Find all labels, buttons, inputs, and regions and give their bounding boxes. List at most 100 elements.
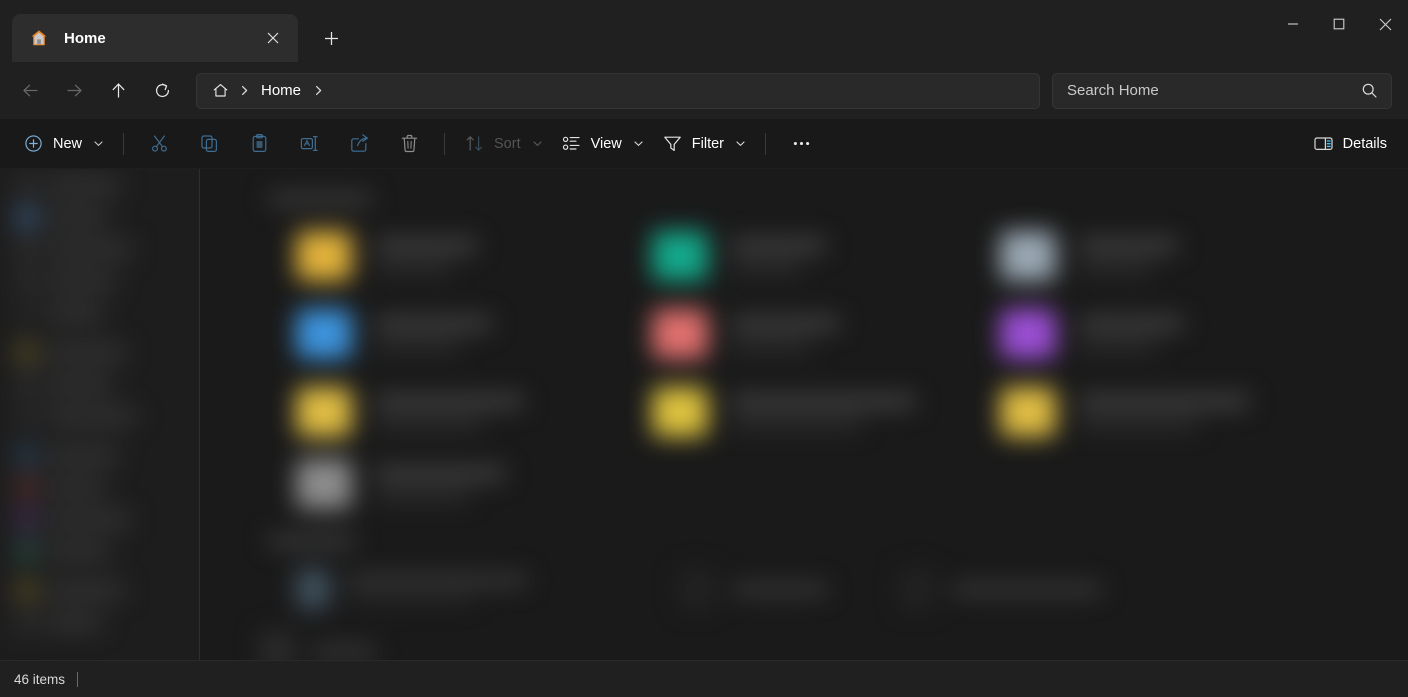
sidebar-item[interactable] [18, 408, 136, 425]
content-pane[interactable] [200, 169, 1408, 660]
navigation-pane-blurred-content [0, 169, 199, 660]
back-button[interactable] [10, 73, 50, 109]
sidebar-item[interactable] [18, 582, 124, 599]
breadcrumb-segment-home[interactable]: Home [255, 80, 307, 101]
sidebar-item[interactable] [18, 447, 118, 464]
file-grid-item[interactable] [652, 231, 826, 281]
file-name [730, 395, 916, 408]
recent-item-icon [900, 569, 934, 609]
recent-item-name [952, 583, 1102, 595]
file-grid-item[interactable] [1000, 309, 1184, 359]
status-bar: 46 items [0, 660, 1408, 697]
tab-label: Home [64, 29, 106, 47]
rename-button[interactable] [288, 127, 330, 161]
file-name [1078, 239, 1178, 252]
tab-strip: Home [0, 0, 1408, 62]
recent-item[interactable] [900, 569, 1102, 609]
sidebar-item-label [46, 483, 106, 492]
up-button[interactable] [98, 73, 138, 109]
file-icon [1000, 231, 1056, 281]
sidebar-item[interactable] [18, 614, 102, 631]
sidebar-item[interactable] [18, 511, 130, 528]
sidebar-item[interactable] [18, 543, 110, 560]
sort-arrows-icon [464, 133, 485, 154]
file-grid-item[interactable] [296, 387, 524, 437]
copy-button[interactable] [188, 127, 230, 161]
sort-button[interactable]: Sort [455, 127, 552, 161]
sidebar-item[interactable] [18, 241, 132, 258]
status-separator [77, 671, 79, 687]
forward-button[interactable] [54, 73, 94, 109]
sidebar-item-icon [18, 614, 35, 631]
file-subtitle [730, 263, 802, 273]
recent-item-text [348, 575, 528, 603]
file-grid-item[interactable] [652, 309, 840, 359]
sidebar-item-icon [18, 177, 35, 194]
breadcrumb-home-icon[interactable] [207, 78, 233, 104]
file-name [374, 467, 506, 480]
section-header [268, 193, 372, 205]
file-grid-item[interactable] [296, 459, 506, 509]
file-grid-item[interactable] [1000, 231, 1178, 281]
sidebar-item-label [46, 277, 116, 286]
tab-home[interactable]: Home [12, 14, 298, 62]
file-grid-item[interactable] [296, 309, 492, 359]
delete-button[interactable] [388, 127, 430, 161]
file-subtitle [1078, 263, 1152, 273]
recent-item-icon [260, 631, 294, 660]
toolbar-divider [123, 132, 125, 155]
search-input[interactable] [1067, 82, 1355, 99]
sidebar-item-label [46, 586, 124, 595]
sidebar-item[interactable] [18, 273, 116, 290]
sidebar-item[interactable] [18, 209, 108, 226]
close-button[interactable] [1362, 0, 1408, 48]
navigation-pane[interactable] [0, 169, 199, 660]
paste-button[interactable] [238, 127, 280, 161]
file-subtitle [374, 341, 460, 351]
file-grid-item[interactable] [652, 387, 916, 437]
share-button[interactable] [338, 127, 380, 161]
window-controls [1270, 0, 1408, 62]
refresh-button[interactable] [142, 73, 182, 109]
toolbar-divider-2 [444, 132, 446, 155]
recent-item[interactable] [680, 569, 828, 609]
recent-item[interactable] [260, 631, 376, 660]
file-grid-item[interactable] [296, 231, 478, 281]
file-item-text [374, 467, 506, 501]
sidebar-item-label [46, 380, 112, 389]
see-more-button[interactable] [780, 127, 822, 161]
chevron-right-icon-trailing[interactable] [307, 78, 329, 104]
details-pane-label: Details [1342, 135, 1387, 152]
details-pane-button[interactable]: Details [1304, 127, 1396, 161]
sidebar-item[interactable] [18, 305, 104, 322]
minimize-button[interactable] [1270, 0, 1316, 48]
view-button-label: View [590, 135, 622, 152]
breadcrumb[interactable]: Home [196, 72, 1040, 109]
file-item-text [730, 239, 826, 273]
search-icon[interactable] [1355, 77, 1383, 105]
maximize-button[interactable] [1316, 0, 1362, 48]
search-box[interactable] [1052, 72, 1392, 109]
sidebar-item-icon [18, 376, 35, 393]
chevron-down-icon-view [633, 138, 644, 149]
sidebar-item[interactable] [18, 376, 112, 393]
recent-item-name [348, 575, 528, 586]
sidebar-item[interactable] [18, 177, 120, 194]
sidebar-item-icon [18, 273, 35, 290]
sidebar-item[interactable] [18, 344, 126, 361]
new-button[interactable]: New [14, 127, 113, 161]
filter-button[interactable]: Filter [653, 127, 755, 161]
new-tab-button[interactable] [312, 19, 350, 57]
cut-button[interactable] [138, 127, 180, 161]
file-name [730, 239, 826, 252]
sidebar-item-icon [18, 408, 35, 425]
sidebar-item-icon [18, 209, 35, 226]
sidebar-item-icon [18, 344, 35, 361]
file-grid-item[interactable] [1000, 387, 1250, 437]
title-bar: Home [0, 0, 1408, 62]
close-icon[interactable] [258, 23, 288, 53]
view-button[interactable]: View [552, 127, 653, 161]
sidebar-item[interactable] [18, 479, 106, 496]
recent-item[interactable] [296, 569, 528, 609]
file-item-text [374, 317, 492, 351]
